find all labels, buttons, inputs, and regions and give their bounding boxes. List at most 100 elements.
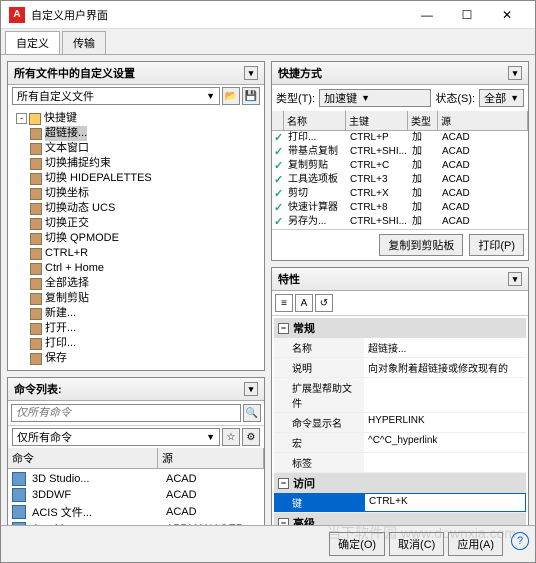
print-button[interactable]: 打印(P)	[469, 234, 524, 256]
type-dropdown[interactable]: 加速键▼	[319, 89, 431, 107]
tree-item[interactable]: 复制剪贴	[12, 291, 260, 306]
property-value[interactable]: CTRL+K	[364, 493, 526, 512]
tree-item[interactable]: 打开...	[12, 321, 260, 336]
tree-item[interactable]: CTRL+R	[12, 246, 260, 261]
tree-item[interactable]: 全部选择	[12, 276, 260, 291]
property-row[interactable]: 名称超链接...	[274, 338, 526, 358]
command-icon	[12, 472, 26, 486]
search-icon[interactable]: 🔍	[243, 404, 261, 422]
property-value[interactable]: 向对象附着超链接或修改现有的	[364, 358, 526, 377]
shortcut-row[interactable]: ✓快速计算器CTRL+8加ACAD	[272, 201, 528, 215]
shortcut-row[interactable]: ✓另存为...CTRL+SHI...加ACAD	[272, 215, 528, 229]
category-general[interactable]: −常规	[274, 318, 526, 338]
property-row[interactable]: 说明向对象附着超链接或修改现有的	[274, 358, 526, 378]
command-icon	[12, 505, 26, 519]
open-file-icon[interactable]: 📂	[222, 87, 240, 105]
property-value[interactable]	[364, 453, 526, 472]
minimize-button[interactable]: —	[407, 1, 447, 29]
command-filter-dropdown[interactable]: 仅所有命令 ▼	[12, 428, 220, 446]
tree-item[interactable]: 切换坐标	[12, 186, 260, 201]
panel-title-shortcuts: 快捷方式	[278, 65, 322, 81]
command-icon	[30, 188, 42, 200]
tree-item[interactable]: 超链接...	[12, 126, 260, 141]
list-item[interactable]: 3DDWFACAD	[10, 487, 262, 503]
category-access[interactable]: −访问	[274, 473, 526, 493]
tree-item[interactable]: 切换动态 UCS	[12, 201, 260, 216]
tree-item[interactable]: 切换正交	[12, 216, 260, 231]
tree-item[interactable]: -快捷键	[12, 111, 260, 126]
tree-label: Ctrl + Home	[45, 261, 104, 276]
col-type[interactable]: 类型	[408, 111, 438, 130]
tree-item[interactable]: Ctrl + Home	[12, 261, 260, 276]
list-item[interactable]: ACIS 文件...ACAD	[10, 503, 262, 521]
help-icon[interactable]: ?	[511, 532, 529, 550]
col-source[interactable]: 源	[158, 448, 264, 468]
check-icon: ✓	[274, 145, 286, 159]
shortcut-row[interactable]: ✓剪切CTRL+X加ACAD	[272, 187, 528, 201]
expand-icon[interactable]: -	[16, 113, 27, 124]
command-icon	[30, 128, 42, 140]
command-icon	[30, 158, 42, 170]
property-row[interactable]: 命令显示名HYPERLINK	[274, 413, 526, 433]
shortcut-row[interactable]: ✓工具选项板CTRL+3加ACAD	[272, 173, 528, 187]
maximize-button[interactable]: ☐	[447, 1, 487, 29]
reset-icon[interactable]: ↺	[315, 294, 333, 312]
property-row[interactable]: 扩展型帮助文件	[274, 378, 526, 413]
tree-label: 切换捕捉约束	[45, 156, 111, 171]
ok-button[interactable]: 确定(O)	[329, 532, 385, 556]
cancel-button[interactable]: 取消(C)	[389, 532, 444, 556]
col-command[interactable]: 命令	[8, 448, 158, 468]
command-icon	[30, 233, 42, 245]
save-file-icon[interactable]: 💾	[242, 87, 260, 105]
tree-item[interactable]: 切换 HIDEPALETTES	[12, 171, 260, 186]
tree-item[interactable]: 保存	[12, 351, 260, 366]
tree-label: 切换 QPMODE	[45, 231, 119, 246]
panel-collapse-button[interactable]: ▾	[508, 66, 522, 80]
tree-item[interactable]: 新建...	[12, 306, 260, 321]
panel-collapse-button[interactable]: ▾	[508, 272, 522, 286]
command-icon	[30, 323, 42, 335]
command-icon	[30, 278, 42, 290]
apply-button[interactable]: 应用(A)	[448, 532, 503, 556]
new-command-icon[interactable]: ☆	[222, 428, 240, 446]
tree-label: 保存	[45, 351, 67, 366]
col-name[interactable]: 名称	[284, 111, 346, 130]
property-value[interactable]	[364, 378, 526, 412]
shortcut-row[interactable]: ✓带基点复制CTRL+SHI...加ACAD	[272, 145, 528, 159]
category-advanced[interactable]: −高级	[274, 513, 526, 525]
property-row[interactable]: 键CTRL+K	[274, 493, 526, 513]
col-src[interactable]: 源	[438, 111, 528, 130]
command-icon	[30, 143, 42, 155]
status-dropdown[interactable]: 全部▼	[479, 89, 524, 107]
tree-label: 打开...	[45, 321, 76, 336]
property-row[interactable]: 标签	[274, 453, 526, 473]
property-value[interactable]: 超链接...	[364, 338, 526, 357]
alphabetical-icon[interactable]: A	[295, 294, 313, 312]
property-value[interactable]: ^C^C_hyperlink	[364, 433, 526, 452]
panel-collapse-button[interactable]: ▾	[244, 66, 258, 80]
close-button[interactable]: ✕	[487, 1, 527, 29]
customization-file-dropdown[interactable]: 所有自定义文件 ▼	[12, 87, 220, 105]
tree-item[interactable]: 打印...	[12, 336, 260, 351]
tab-transfer[interactable]: 传输	[62, 31, 106, 54]
app-icon: A	[9, 7, 25, 23]
list-item[interactable]: 3D Studio...ACAD	[10, 471, 262, 487]
shortcut-row[interactable]: ✓复制剪贴CTRL+C加ACAD	[272, 159, 528, 173]
tree-item[interactable]: 文本窗口	[12, 141, 260, 156]
panel-collapse-button[interactable]: ▾	[244, 382, 258, 396]
shortcut-row[interactable]: ✓打印...CTRL+P加ACAD	[272, 131, 528, 145]
find-command-icon[interactable]: ⚙	[242, 428, 260, 446]
property-value[interactable]: HYPERLINK	[364, 413, 526, 432]
col-key[interactable]: 主键	[346, 111, 408, 130]
command-search-input[interactable]	[11, 404, 241, 422]
categorized-icon[interactable]: ≡	[275, 294, 293, 312]
tree-label: 新建...	[45, 306, 76, 321]
tab-customize[interactable]: 自定义	[5, 31, 60, 54]
tree-label: CTRL+R	[45, 246, 88, 261]
copy-clipboard-button[interactable]: 复制到剪贴板	[379, 234, 463, 256]
tree-item[interactable]: 切换捕捉约束	[12, 156, 260, 171]
tree-label: 切换正交	[45, 216, 89, 231]
property-row[interactable]: 宏^C^C_hyperlink	[274, 433, 526, 453]
tree-item[interactable]: 切换 QPMODE	[12, 231, 260, 246]
panel-title-commands: 命令列表:	[14, 381, 62, 397]
